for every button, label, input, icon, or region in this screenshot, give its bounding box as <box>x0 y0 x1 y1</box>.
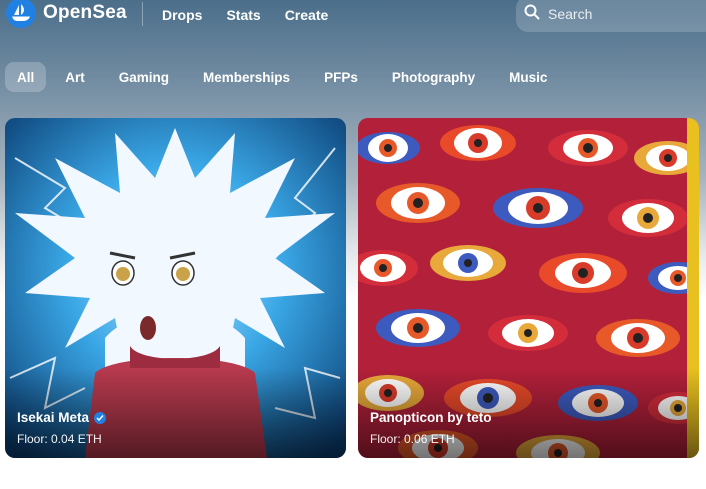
card-info: Panopticon by teto Floor: 0.06 ETH <box>370 410 492 446</box>
tab-memberships[interactable]: Memberships <box>188 62 305 92</box>
nav-link-stats[interactable]: Stats <box>226 7 260 23</box>
tab-pfps[interactable]: PFPs <box>309 62 373 92</box>
nav-links: Drops Stats Create <box>162 7 328 23</box>
collection-name: Panopticon by teto <box>370 410 492 425</box>
search-input[interactable] <box>548 6 688 22</box>
search-bar[interactable] <box>516 0 706 32</box>
search-icon <box>524 4 540 25</box>
tab-music[interactable]: Music <box>494 62 562 92</box>
floor-price: Floor: 0.06 ETH <box>370 432 455 446</box>
tab-photography[interactable]: Photography <box>377 62 490 92</box>
collection-card-isekai-meta[interactable]: Isekai Meta Floor: 0.04 ETH <box>5 118 346 458</box>
tab-all[interactable]: All <box>5 62 47 92</box>
collection-title: Isekai Meta <box>17 410 107 425</box>
verified-badge-icon <box>94 411 107 424</box>
top-navigation: OpenSea Drops Stats Create <box>0 0 706 32</box>
collection-title: Panopticon by teto <box>370 410 492 425</box>
tab-gaming[interactable]: Gaming <box>104 62 184 92</box>
floor-price: Floor: 0.04 ETH <box>17 432 102 446</box>
opensea-logo[interactable]: OpenSea <box>6 0 127 28</box>
brand-name: OpenSea <box>43 2 127 23</box>
nav-link-create[interactable]: Create <box>285 7 329 23</box>
collection-card-panopticon[interactable]: Panopticon by teto Floor: 0.06 ETH <box>358 118 699 458</box>
nav-link-drops[interactable]: Drops <box>162 7 202 23</box>
tab-art[interactable]: Art <box>50 62 100 92</box>
nav-divider <box>142 2 143 26</box>
collection-name: Isekai Meta <box>17 410 90 425</box>
opensea-logo-icon <box>6 0 36 28</box>
category-tabs: All Art Gaming Memberships PFPs Photogra… <box>5 62 562 92</box>
card-info: Isekai Meta Floor: 0.04 ETH <box>17 410 107 446</box>
